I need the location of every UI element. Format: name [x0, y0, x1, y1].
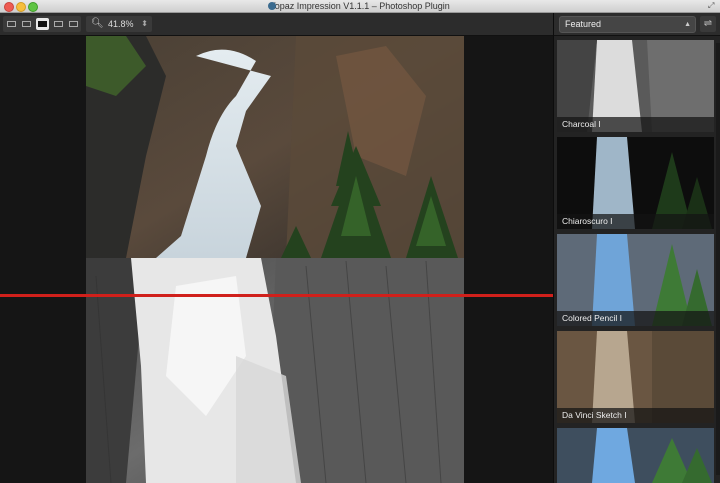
fullscreen-icon[interactable]: ⤢: [708, 2, 716, 10]
preset-label: Da Vinci Sketch I: [557, 408, 714, 423]
presets-sidebar: Featured ▲ ⇌ Charcoal I Chiaroscuro I Co…: [553, 13, 720, 483]
preset-label: Charcoal I: [557, 117, 714, 132]
partial-preview: [557, 428, 714, 483]
title-bar: Topaz Impression V1.1.1 – Photoshop Plug…: [0, 0, 720, 13]
preset-category-dropdown[interactable]: Featured ▲: [559, 16, 696, 33]
view-mode-group: [3, 16, 81, 32]
zoom-value[interactable]: 41.8%: [108, 17, 134, 31]
split-vertical-view-button[interactable]: [36, 18, 49, 30]
dropdown-arrow-icon: ▲: [684, 21, 691, 28]
sidebar-header: Featured ▲ ⇌: [554, 13, 720, 36]
topaz-app-icon: [268, 2, 276, 10]
preset-thumbnail-charcoal[interactable]: Charcoal I: [557, 40, 714, 132]
zoom-control: 🔍︎ 41.8% ⬍: [86, 16, 152, 32]
single-view-button[interactable]: [5, 18, 18, 30]
split-horizontal-view-button[interactable]: [20, 18, 33, 30]
window-title: Topaz Impression V1.1.1 – Photoshop Plug…: [270, 1, 450, 11]
preview-image[interactable]: [86, 36, 464, 483]
sidebar-scrollbar[interactable]: [716, 43, 720, 475]
preset-category-label: Featured: [565, 19, 602, 29]
settings-sliders-icon[interactable]: ⇌: [700, 16, 716, 32]
preset-thumbnail-da-vinci-sketch[interactable]: Da Vinci Sketch I: [557, 331, 714, 423]
side-by-side-view-button[interactable]: [52, 18, 65, 30]
preset-thumbnail-chiaroscuro[interactable]: Chiaroscuro I: [557, 137, 714, 229]
preset-thumbnail-colored-pencil[interactable]: Colored Pencil I: [557, 234, 714, 326]
preset-label: Colored Pencil I: [557, 311, 714, 326]
preset-thumbnail-partial[interactable]: [557, 428, 714, 483]
preset-label: Chiaroscuro I: [557, 214, 714, 229]
magnifier-icon[interactable]: 🔍︎: [91, 18, 104, 30]
waterfall-photo: [86, 36, 464, 483]
preview-canvas[interactable]: [0, 36, 553, 483]
stacked-view-button[interactable]: [67, 18, 80, 30]
toolbar: 🔍︎ 41.8% ⬍: [0, 13, 553, 36]
zoom-stepper-icon[interactable]: ⬍: [141, 18, 148, 30]
split-divider[interactable]: [0, 294, 553, 297]
